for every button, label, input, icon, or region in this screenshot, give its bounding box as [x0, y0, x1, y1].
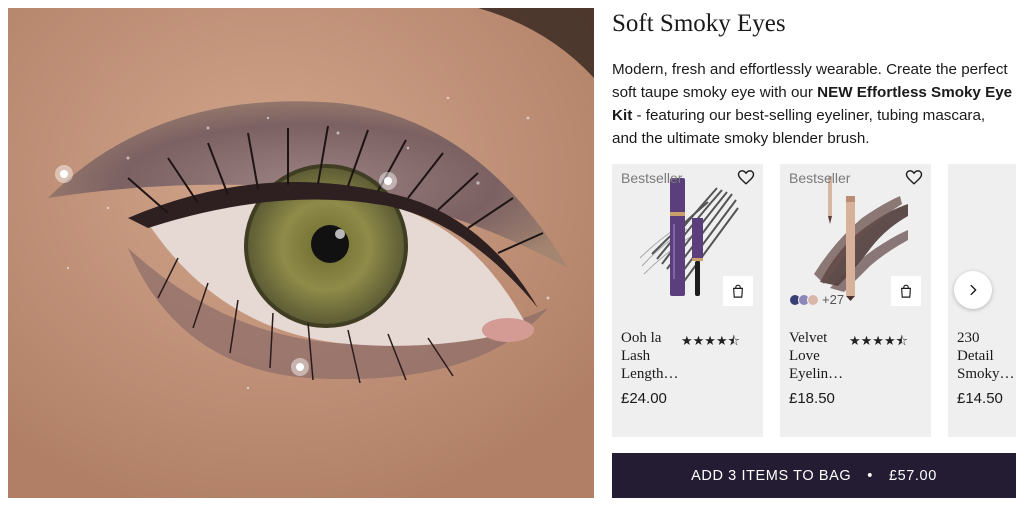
product-price: £18.50 [789, 390, 835, 407]
description-outro: - featuring our best-selling eyeliner, t… [612, 107, 986, 147]
swatch-nude[interactable] [807, 293, 819, 306]
add-all-label: ADD 3 ITEMS TO BAG [691, 467, 852, 484]
bestseller-badge: Bestseller [789, 170, 851, 186]
product-price: £14.50 [957, 390, 1003, 407]
hotspot-3[interactable] [291, 358, 309, 376]
hero-eye-image [8, 8, 594, 498]
eye-makeup-illustration [8, 8, 594, 498]
product-price: £24.00 [621, 390, 667, 407]
look-title: Soft Smoky Eyes [612, 10, 786, 37]
product-carousel: Bestseller Ooh la Lash Length… ★★★★⯪ £24… [612, 164, 1016, 437]
add-to-bag-button[interactable] [723, 276, 753, 306]
star-rating: ★★★★⯪ [681, 333, 740, 348]
heart-icon[interactable] [737, 168, 755, 186]
hotspot-1[interactable] [55, 165, 73, 183]
bag-total: £57.00 [888, 467, 937, 484]
hotspot-2[interactable] [379, 172, 397, 190]
add-all-to-bag-button[interactable]: ADD 3 ITEMS TO BAG • £57.00 [612, 453, 1016, 498]
product-card-eyeliner[interactable]: Bestseller +27 Velvet Love Eyelin… ★★★★⯪… [780, 164, 931, 437]
shopping-bag-icon [901, 284, 911, 298]
product-name[interactable]: 230 Detail Smoky… [957, 329, 1016, 383]
add-to-bag-button[interactable] [891, 276, 921, 306]
carousel-next-button[interactable] [954, 271, 992, 309]
product-name[interactable]: Ooh la Lash Length… [621, 329, 683, 383]
look-description: Modern, fresh and effortlessly wearable.… [612, 58, 1014, 150]
chevron-right-icon [970, 284, 977, 296]
heart-icon[interactable] [905, 168, 923, 186]
bestseller-badge: Bestseller [621, 170, 683, 186]
product-name[interactable]: Velvet Love Eyelin… [789, 329, 851, 383]
star-rating: ★★★★⯪ [849, 333, 908, 348]
shopping-bag-icon [733, 284, 743, 298]
color-swatches[interactable]: +27 [789, 292, 844, 307]
separator-dot: • [867, 467, 873, 484]
product-card-mascara[interactable]: Bestseller Ooh la Lash Length… ★★★★⯪ £24… [612, 164, 763, 437]
more-shades-count[interactable]: +27 [822, 292, 844, 307]
